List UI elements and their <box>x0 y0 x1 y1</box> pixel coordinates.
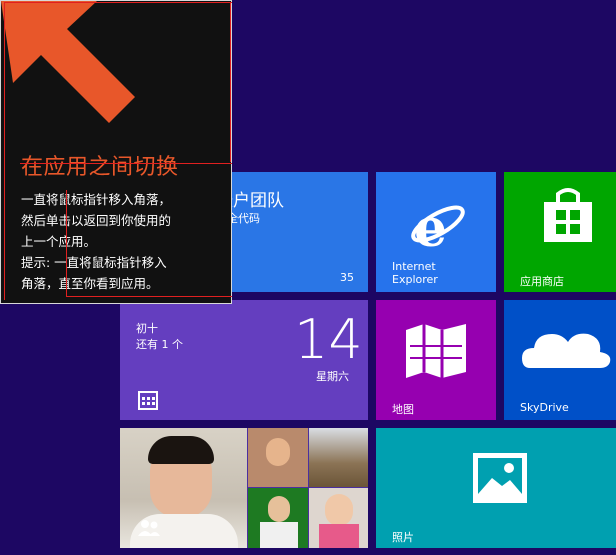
tooltip-title: 在应用之间切换 <box>21 155 179 180</box>
calendar-event-line1: 初十 <box>136 322 158 335</box>
annotation-line-mid <box>20 163 232 164</box>
calendar-weekday: 星期六 <box>316 370 349 383</box>
cloud-icon <box>522 333 611 368</box>
tile-maps[interactable]: 地图 <box>376 300 496 420</box>
people-photo-5 <box>309 488 368 548</box>
people-icon <box>138 520 160 536</box>
store-icon <box>544 188 592 242</box>
annotation-line-left <box>4 2 5 300</box>
tile-internet-explorer[interactable]: e Internet Explorer <box>376 172 496 292</box>
people-photo-2 <box>248 428 308 487</box>
tooltip-line-1: 一直将鼠标指针移入角落， <box>21 192 172 207</box>
tile-store[interactable]: 应用商店 <box>504 172 616 292</box>
people-photo-3 <box>309 428 368 487</box>
annotation-line-bottom <box>66 296 232 297</box>
tooltip-line-4: 提示: 一直将鼠标指针移入 <box>21 255 167 270</box>
tile-skydrive[interactable]: SkyDrive <box>504 300 616 420</box>
tile-store-label: 应用商店 <box>520 275 564 288</box>
annotation-line-inner-v <box>66 190 67 296</box>
tooltip-body: 一直将鼠标指针移入角落， 然后单击以返回到你使用的 上一个应用。 提示: 一直将… <box>21 189 221 294</box>
annotation-line-right <box>230 2 231 162</box>
tile-maps-label: 地图 <box>392 403 414 416</box>
tile-account-team-count: 35 <box>340 271 354 284</box>
tooltip-line-2: 然后单击以返回到你使用的 <box>21 213 172 228</box>
calendar-day-number: 14 <box>294 308 363 371</box>
svg-text:e: e <box>414 198 447 259</box>
annotation-line-top <box>4 2 232 3</box>
tile-calendar[interactable]: 初十 还有 1 个 14 星期六 <box>120 300 368 420</box>
tile-photos-label: 照片 <box>392 531 414 544</box>
arrow-up-left-icon <box>1 1 135 123</box>
tile-ie-label-2: Explorer <box>392 273 438 286</box>
tile-photos[interactable]: 照片 <box>376 428 616 548</box>
tooltip-line-5: 角落，直至你看到应用。 <box>21 276 159 291</box>
tile-skydrive-label: SkyDrive <box>520 401 569 414</box>
app-switch-tooltip: 在应用之间切换 一直将鼠标指针移入角落， 然后单击以返回到你使用的 上一个应用。… <box>0 0 232 304</box>
tile-people[interactable] <box>120 428 368 548</box>
calendar-icon <box>138 391 158 410</box>
ie-icon: e <box>411 198 465 259</box>
tile-ie-label-1: Internet <box>392 260 436 273</box>
people-photo-4 <box>248 488 308 548</box>
calendar-event-line2: 还有 1 个 <box>136 338 183 351</box>
tooltip-line-3: 上一个应用。 <box>21 234 97 249</box>
map-icon <box>406 324 466 378</box>
photo-icon <box>473 453 527 503</box>
